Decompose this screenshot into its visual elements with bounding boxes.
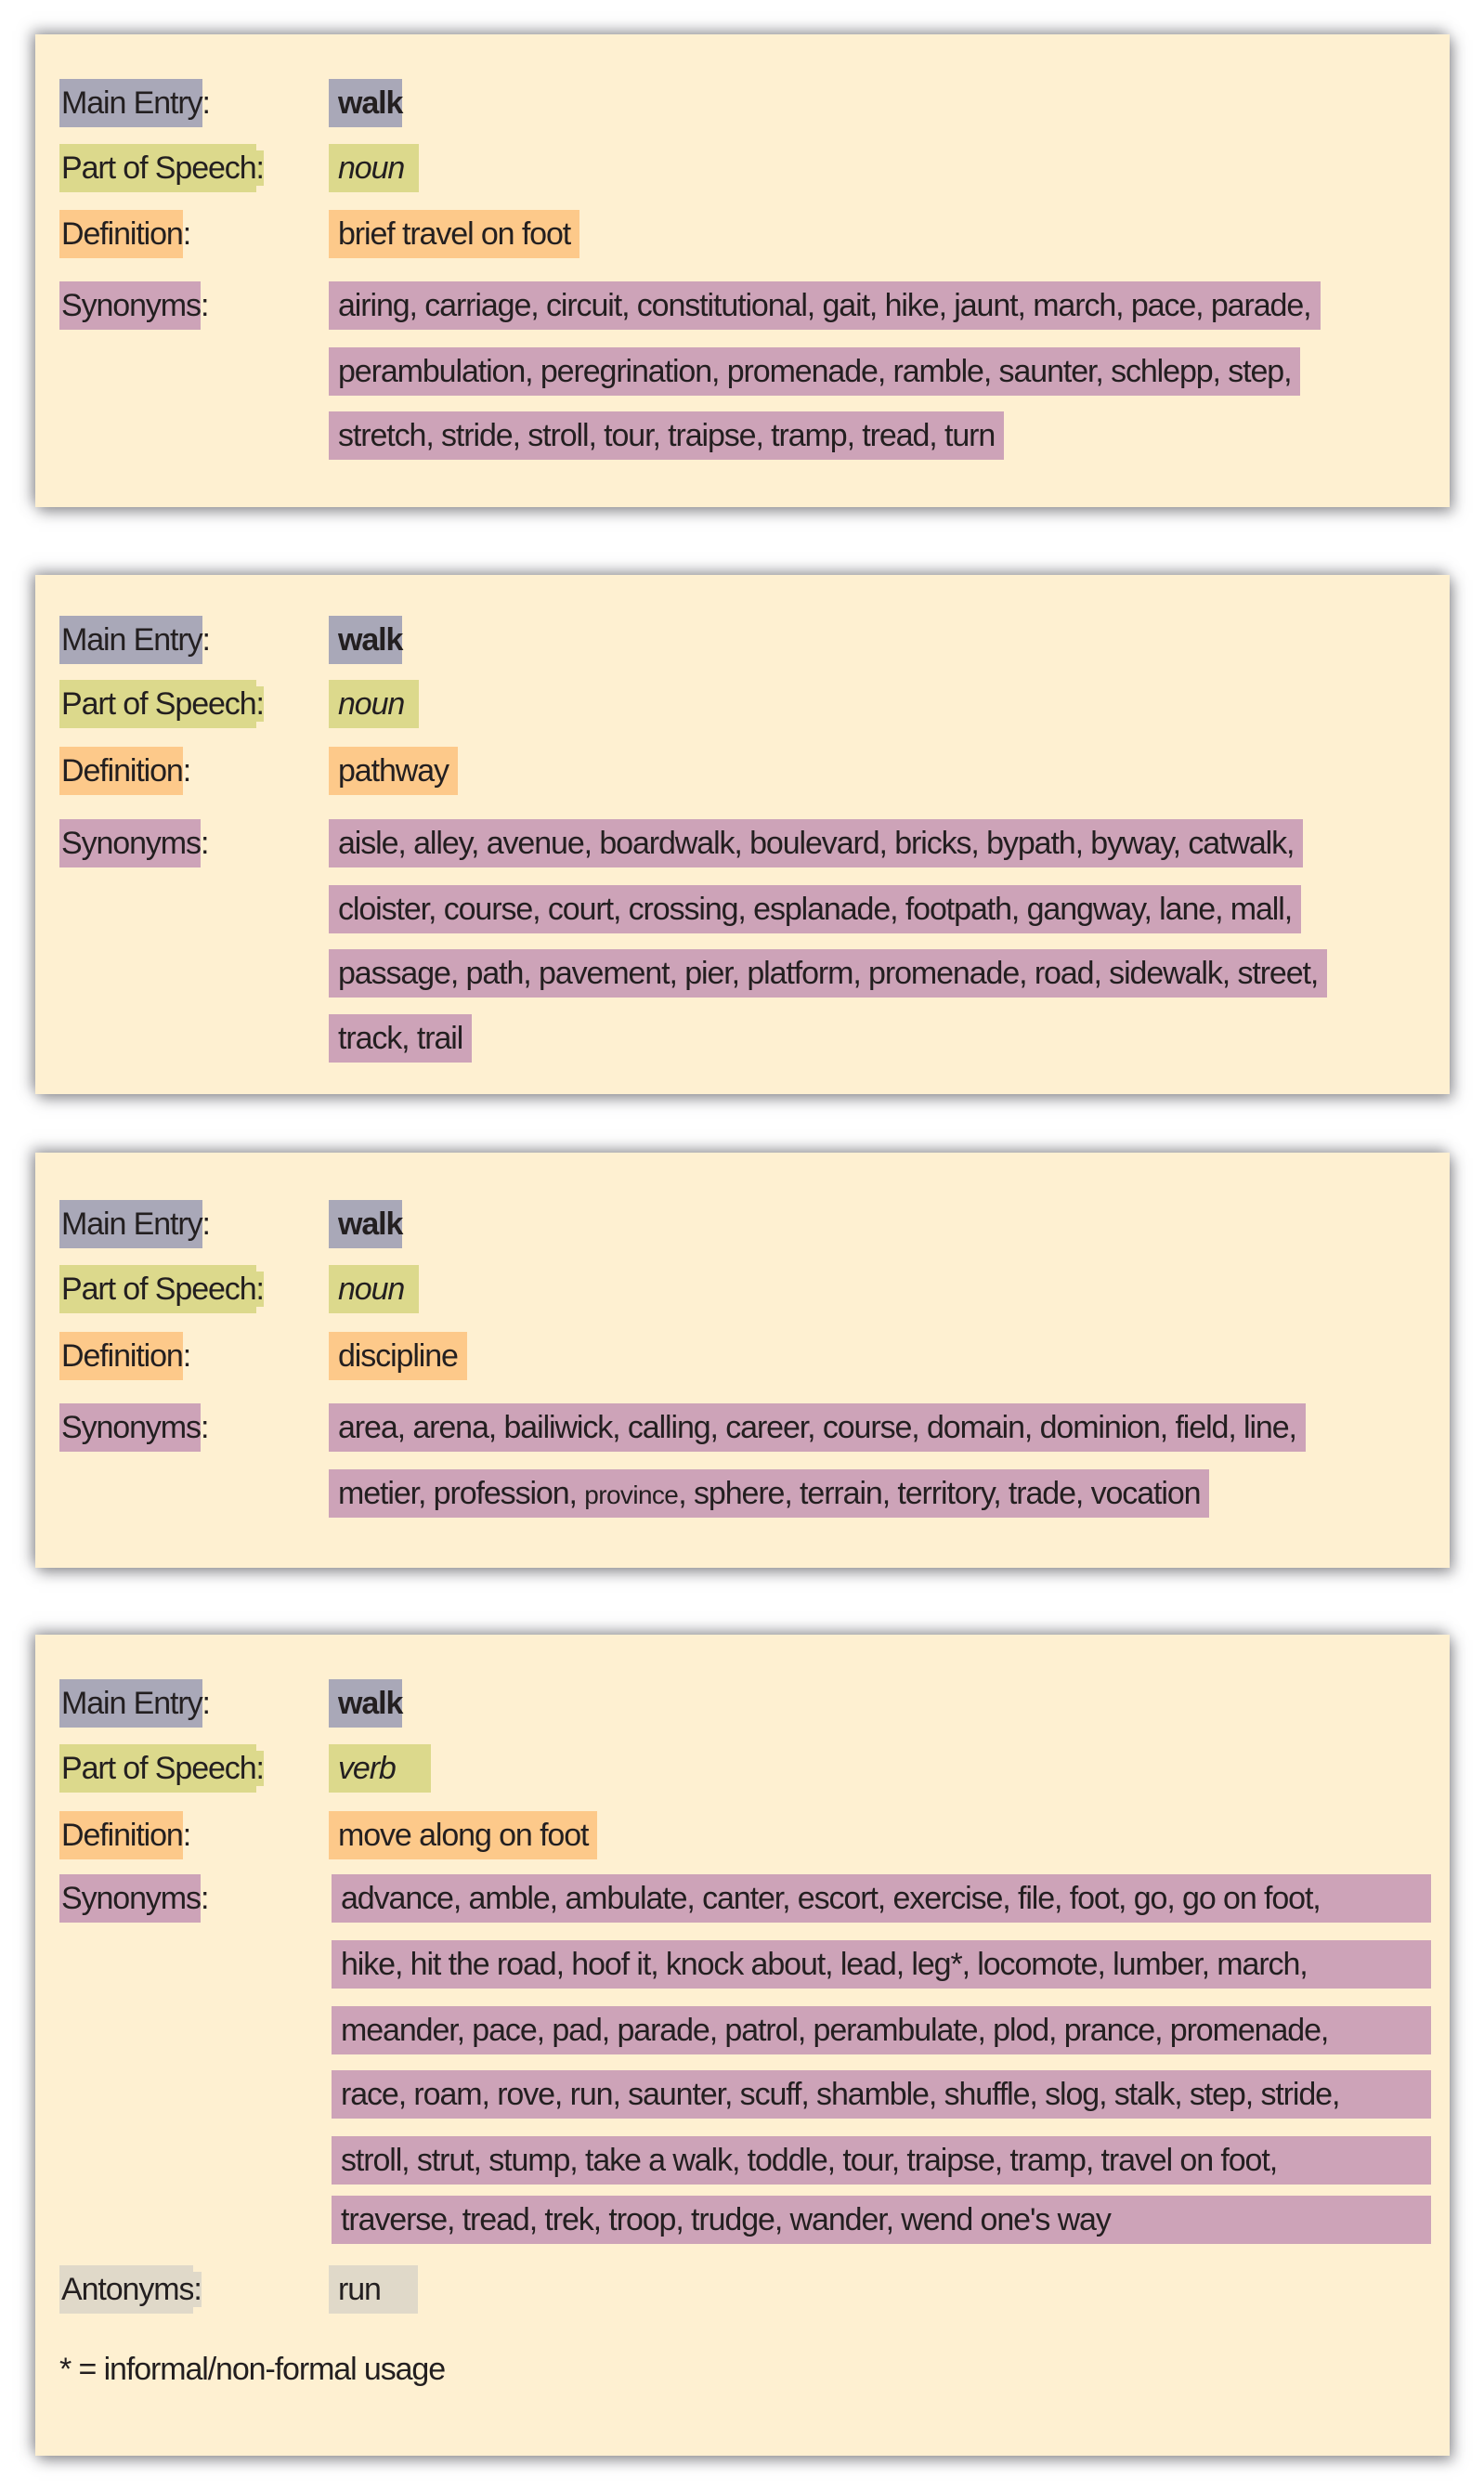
footnote: * = informal/non-formal usage bbox=[59, 2352, 446, 2387]
main-entry-row: Main Entry: walk bbox=[35, 79, 1450, 127]
synonym-line: stroll, strut, stump, take a walk, toddl… bbox=[332, 2136, 1431, 2185]
synonym-line: passage, path, pavement, pier, platform,… bbox=[329, 949, 1328, 998]
part-of-speech-value: noun bbox=[329, 680, 420, 728]
antonyms-label: Antonyms: bbox=[59, 2265, 202, 2314]
synonym-line: race, roam, rove, run, saunter, scuff, s… bbox=[332, 2070, 1431, 2119]
synonyms-label: Synonyms: bbox=[59, 281, 209, 330]
synonym-province: province bbox=[584, 1480, 679, 1509]
thesaurus-entry-card-3: Main Entry: walk Part of Speech: noun De… bbox=[35, 1153, 1450, 1568]
part-of-speech-label: Part of Speech: bbox=[59, 144, 265, 192]
synonym-line: aisle, alley, avenue, boardwalk, bouleva… bbox=[329, 819, 1304, 867]
definition-value: brief travel on foot bbox=[329, 210, 580, 258]
synonym-line: metier, profession, province, sphere, te… bbox=[329, 1469, 1210, 1518]
main-entry-label: Main Entry: bbox=[59, 79, 211, 127]
part-of-speech-value: verb bbox=[329, 1744, 431, 1793]
definition-row: Definition: discipline bbox=[35, 1332, 1450, 1380]
definition-label: Definition: bbox=[59, 1332, 191, 1380]
main-entry-row: Main Entry: walk bbox=[35, 1200, 1450, 1248]
main-entry-row: Main Entry: walk bbox=[35, 1679, 1450, 1728]
definition-label: Definition: bbox=[59, 210, 191, 258]
synonym-line: track, trail bbox=[329, 1014, 473, 1063]
definition-label: Definition: bbox=[59, 747, 191, 795]
main-entry-label: Main Entry: bbox=[59, 1679, 211, 1728]
part-of-speech-label: Part of Speech: bbox=[59, 1265, 265, 1313]
definition-value: pathway bbox=[329, 747, 458, 795]
part-of-speech-label: Part of Speech: bbox=[59, 680, 265, 728]
part-of-speech-value: noun bbox=[329, 144, 420, 192]
synonym-line: meander, pace, pad, parade, patrol, pera… bbox=[332, 2006, 1431, 2054]
definition-row: Definition: pathway bbox=[35, 747, 1450, 795]
synonyms-label: Synonyms: bbox=[59, 819, 209, 867]
synonym-line: advance, amble, ambulate, canter, escort… bbox=[332, 1874, 1431, 1923]
antonyms-row: Antonyms: run bbox=[35, 2265, 1450, 2314]
definition-row: Definition: move along on foot bbox=[35, 1811, 1450, 1859]
main-entry-value: walk bbox=[329, 1200, 403, 1248]
thesaurus-entry-card-4: Main Entry: walk Part of Speech: verb De… bbox=[35, 1635, 1450, 2456]
synonym-line: area, arena, bailiwick, calling, career,… bbox=[329, 1403, 1306, 1452]
synonyms-label: Synonyms: bbox=[59, 1874, 209, 1923]
main-entry-row: Main Entry: walk bbox=[35, 616, 1450, 664]
main-entry-value: walk bbox=[329, 616, 403, 664]
synonym-line: stretch, stride, stroll, tour, traipse, … bbox=[329, 411, 1005, 460]
thesaurus-entry-card-2: Main Entry: walk Part of Speech: noun De… bbox=[35, 575, 1450, 1094]
part-of-speech-label: Part of Speech: bbox=[59, 1744, 265, 1793]
synonym-line: airing, carriage, circuit, constitutiona… bbox=[329, 281, 1321, 330]
part-of-speech-row: Part of Speech: noun bbox=[35, 1265, 1450, 1313]
synonym-line: perambulation, peregrination, promenade,… bbox=[329, 347, 1301, 396]
thesaurus-entry-card-1: Main Entry: walk Part of Speech: noun De… bbox=[35, 34, 1450, 507]
main-entry-value: walk bbox=[329, 1679, 403, 1728]
synonym-line: traverse, tread, trek, troop, trudge, wa… bbox=[332, 2196, 1431, 2244]
antonyms-value: run bbox=[329, 2265, 418, 2314]
part-of-speech-value: noun bbox=[329, 1265, 420, 1313]
definition-row: Definition: brief travel on foot bbox=[35, 210, 1450, 258]
definition-label: Definition: bbox=[59, 1811, 191, 1859]
synonyms-label: Synonyms: bbox=[59, 1403, 209, 1452]
synonym-line: hike, hit the road, hoof it, knock about… bbox=[332, 1940, 1431, 1989]
main-entry-value: walk bbox=[329, 79, 403, 127]
part-of-speech-row: Part of Speech: verb bbox=[35, 1744, 1450, 1793]
main-entry-label: Main Entry: bbox=[59, 616, 211, 664]
part-of-speech-row: Part of Speech: noun bbox=[35, 144, 1450, 192]
part-of-speech-row: Part of Speech: noun bbox=[35, 680, 1450, 728]
definition-value: discipline bbox=[329, 1332, 467, 1380]
synonym-line: cloister, course, court, crossing, espla… bbox=[329, 885, 1302, 933]
definition-value: move along on foot bbox=[329, 1811, 598, 1859]
main-entry-label: Main Entry: bbox=[59, 1200, 211, 1248]
